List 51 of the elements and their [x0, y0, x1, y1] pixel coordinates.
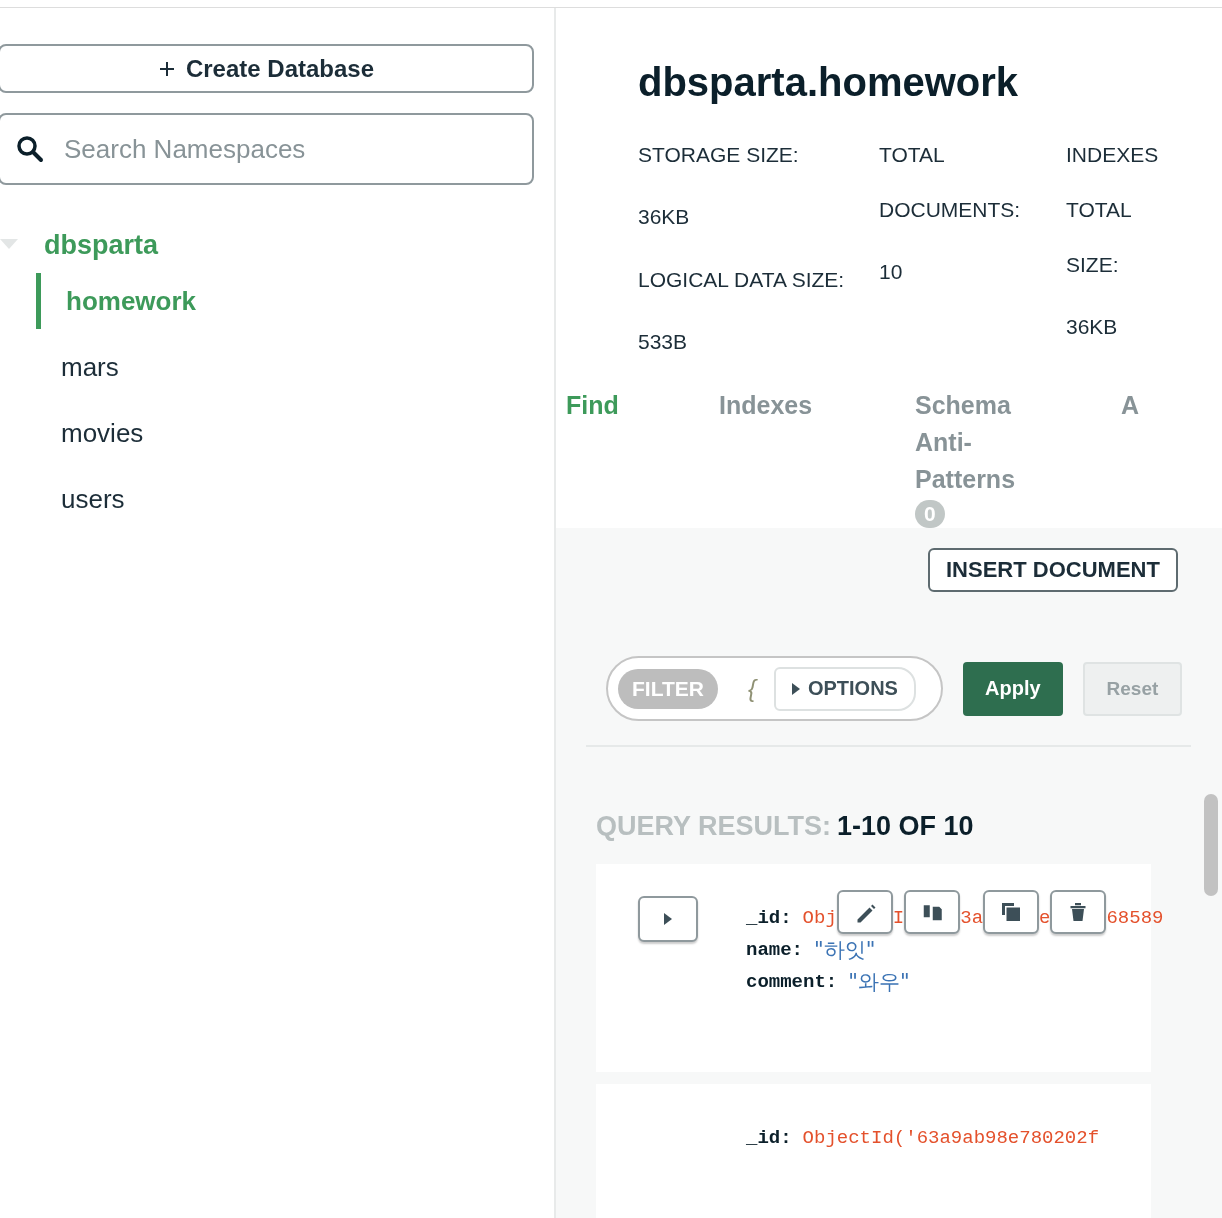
triangle-right-icon — [791, 682, 800, 695]
expand-button[interactable] — [638, 896, 698, 942]
field-key: _id: — [746, 902, 792, 934]
results-range: 1-10 OF 10 — [837, 811, 974, 842]
field-key: comment: — [746, 966, 838, 998]
edit-button[interactable] — [836, 890, 893, 934]
field-key: name: — [746, 934, 803, 966]
plus-icon — [157, 59, 176, 78]
stat-label: LOGICAL DATA SIZE: — [638, 267, 846, 293]
triangle-right-icon — [663, 912, 673, 926]
collection-item[interactable]: mars — [36, 339, 554, 395]
collection-item[interactable]: homework — [36, 273, 554, 329]
count-badge: 0 — [915, 500, 945, 528]
objectid-value: 3a — [960, 906, 984, 931]
stat-label: STORAGE SIZE: — [638, 142, 800, 168]
objectid-value: ObjectId('63a9ab98e780202f — [802, 1126, 1100, 1151]
tab[interactable]: Indexes — [719, 387, 813, 424]
stat-value: 533B — [638, 329, 689, 355]
string-value: "와우" — [848, 969, 910, 996]
copy-button[interactable] — [904, 890, 961, 934]
objectid-value: e — [1039, 906, 1051, 931]
scrollbar-thumb[interactable] — [1204, 794, 1218, 896]
clone-button[interactable] — [983, 890, 1040, 934]
tab[interactable]: Find — [566, 387, 619, 424]
tab[interactable]: Schema Anti-Patterns — [915, 387, 1025, 498]
create-database-button[interactable]: Create Database — [0, 44, 534, 93]
options-button[interactable]: OPTIONS — [773, 666, 916, 711]
collection-item[interactable]: users — [36, 471, 554, 527]
search-icon — [16, 135, 44, 163]
database-item[interactable]: dbsparta — [44, 229, 159, 261]
field-key: _id: — [746, 1122, 792, 1154]
delete-button[interactable] — [1050, 890, 1107, 934]
objectid-value: I — [892, 906, 905, 931]
objectid-value: Obj — [802, 906, 837, 931]
stat-value: 36KB — [638, 204, 691, 230]
search-field[interactable]: Search Namespaces — [0, 113, 534, 185]
filter-bar[interactable]: FILTER { OPTIONS — [606, 656, 943, 721]
stat-label: TOTAL DOCUMENTS: — [879, 142, 1022, 223]
stat-value: 36KB — [1066, 314, 1119, 340]
string-value: "하잇" — [814, 937, 876, 964]
tab[interactable]: A — [1121, 387, 1140, 424]
stat-value: 10 — [879, 259, 904, 285]
filter-label: FILTER — [618, 668, 718, 709]
apply-button[interactable]: Apply — [963, 661, 1063, 716]
collection-item[interactable]: movies — [36, 405, 554, 461]
stat-label: INDEXES TOTAL SIZE: — [1066, 142, 1160, 278]
insert-document-button[interactable]: INSERT DOCUMENT — [928, 548, 1178, 592]
objectid-value: 68589 — [1106, 906, 1164, 931]
filter-input[interactable]: { — [747, 674, 756, 703]
results-label: QUERY RESULTS: — [596, 811, 832, 842]
collection-title: dbsparta.homework — [638, 60, 1020, 105]
